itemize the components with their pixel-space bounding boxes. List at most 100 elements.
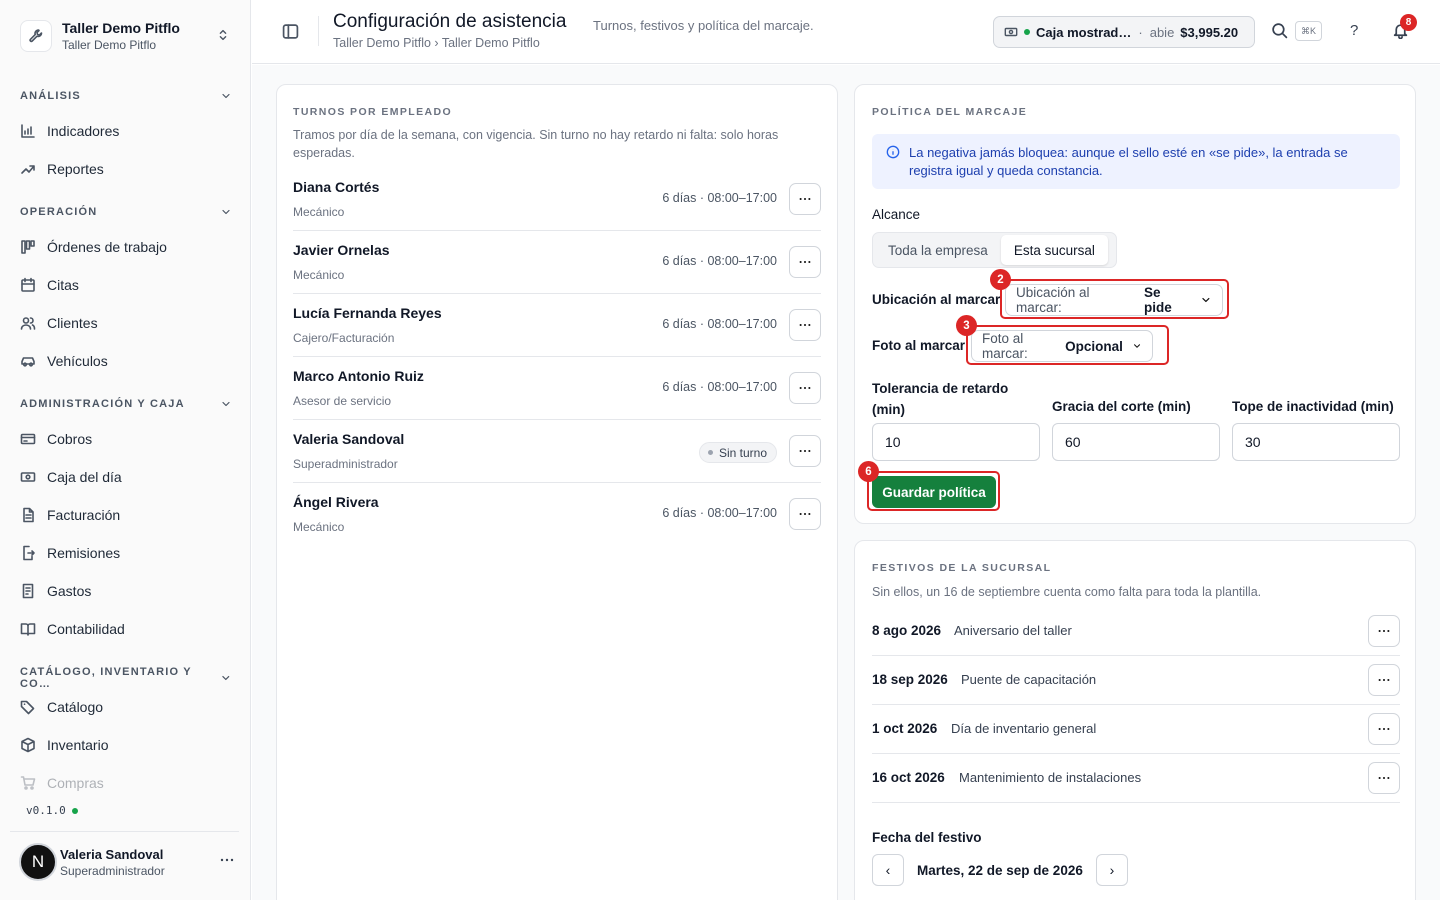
employee-row[interactable]: Javier Ornelas Mecánico 6 días · 08:00–1…: [293, 231, 821, 294]
sidebar-item-reportes[interactable]: Reportes: [10, 152, 242, 186]
info-text: La negativa jamás bloquea: aunque el sel…: [909, 145, 1348, 178]
holiday-date: 16 oct 2026: [872, 770, 945, 785]
holiday-row[interactable]: 18 sep 2026 Puente de capacitación: [872, 656, 1400, 705]
holiday-date: 18 sep 2026: [872, 672, 948, 687]
scope-option-branch[interactable]: Esta sucursal: [1000, 235, 1108, 265]
employee-name: Lucía Fernanda Reyes: [293, 305, 442, 321]
row-actions-button[interactable]: [1368, 664, 1400, 696]
employee-role: Mecánico: [293, 268, 345, 282]
employee-role: Superadministrador: [293, 457, 398, 471]
row-actions-button[interactable]: [1368, 615, 1400, 647]
holiday-name: Mantenimiento de instalaciones: [959, 770, 1142, 785]
section-header-administracion[interactable]: ADMINISTRACIÓN Y CAJA: [20, 398, 232, 410]
employee-row[interactable]: Valeria Sandoval Superadministrador Sin …: [293, 420, 821, 483]
employee-row[interactable]: Ángel Rivera Mecánico 6 días · 08:00–17:…: [293, 483, 821, 546]
row-actions-button[interactable]: [789, 372, 821, 404]
sidebar-item-catalogo[interactable]: Catálogo: [10, 690, 242, 724]
chart-bars-icon: [21, 124, 35, 138]
chevron-updown-icon: [219, 29, 227, 41]
cash-icon: [1004, 27, 1018, 37]
breadcrumb[interactable]: Taller Demo Pitflo › Taller Demo Pitflo: [333, 36, 540, 50]
row-actions-button[interactable]: [789, 183, 821, 215]
employee-role: Mecánico: [293, 205, 345, 219]
grace-input[interactable]: 60: [1052, 423, 1220, 461]
chevron-down-icon: [222, 401, 230, 407]
row-actions-button[interactable]: [1368, 713, 1400, 745]
sidebar-item-contabilidad[interactable]: Contabilidad: [10, 612, 242, 646]
employee-name: Marco Antonio Ruiz: [293, 368, 424, 384]
sidebar-item-citas[interactable]: Citas: [10, 268, 242, 302]
wrench-icon: [20, 20, 52, 52]
highlight-box: [966, 325, 1169, 365]
app-version: v0.1.0: [26, 804, 78, 817]
sidebar-item-gastos[interactable]: Gastos: [10, 574, 242, 608]
employee-row[interactable]: Diana Cortés Mecánico 6 días · 08:00–17:…: [293, 168, 821, 231]
car-icon: [21, 357, 35, 367]
sidebar-item-remisiones[interactable]: Remisiones: [10, 536, 242, 570]
status-dot: [707, 450, 713, 455]
holiday-row[interactable]: 16 oct 2026 Mantenimiento de instalacion…: [872, 754, 1400, 803]
divider: [318, 16, 319, 46]
cash-separator: ·: [1138, 24, 1143, 40]
inactivity-input[interactable]: 30: [1232, 423, 1400, 461]
more-horizontal-icon: [1378, 776, 1390, 780]
page-title: Configuración de asistencia: [333, 11, 567, 32]
users-icon: [20, 317, 36, 330]
cash-register-chip[interactable]: Caja mostrad… · abie $3,995.20: [993, 16, 1255, 48]
step-marker: 3: [956, 315, 977, 336]
row-actions-button[interactable]: [789, 309, 821, 341]
sidebar-item-caja[interactable]: Caja del día: [10, 460, 242, 494]
holidays-card: FESTIVOS DE LA SUCURSAL Sin ellos, un 16…: [854, 540, 1416, 900]
holiday-date: 8 ago 2026: [872, 623, 942, 638]
sidebar-item-ordenes[interactable]: Órdenes de trabajo: [10, 230, 242, 264]
org-switcher[interactable]: Taller Demo Pitflo Taller Demo Pitflo: [10, 10, 242, 62]
credit-card-icon: [20, 433, 36, 445]
holiday-row[interactable]: 8 ago 2026 Aniversario del taller: [872, 607, 1400, 656]
next-date-button[interactable]: ›: [1096, 854, 1128, 886]
more-horizontal-icon[interactable]: [219, 852, 235, 868]
help-button[interactable]: ?: [1350, 22, 1358, 39]
sidebar-item-indicadores[interactable]: Indicadores: [10, 114, 242, 148]
section-header-analisis[interactable]: ANÁLISIS: [20, 90, 232, 102]
search-icon[interactable]: [1271, 22, 1288, 39]
employee-schedule: 6 días · 08:00–17:00: [662, 191, 777, 205]
scope-toggle: Toda la empresa Esta sucursal: [872, 232, 1117, 268]
employee-row[interactable]: Lucía Fernanda Reyes Cajero/Facturación …: [293, 294, 821, 357]
location-label: Ubicación al marcar: [872, 292, 1001, 307]
sidebar-item-vehiculos[interactable]: Vehículos: [10, 344, 242, 378]
sidebar-toggle-icon[interactable]: [282, 23, 299, 40]
sidebar-item-clientes[interactable]: Clientes: [10, 306, 242, 340]
cash-register-name: Caja mostrad…: [1036, 24, 1132, 40]
sidebar-item-facturacion[interactable]: Facturación: [10, 498, 242, 532]
holiday-date-label: Fecha del festivo: [872, 830, 982, 845]
employee-schedule: 6 días · 08:00–17:00: [662, 380, 777, 394]
more-horizontal-icon: [799, 323, 811, 327]
sidebar-item-cobros[interactable]: Cobros: [10, 422, 242, 456]
row-actions-button[interactable]: [1368, 762, 1400, 794]
highlight-box: [1000, 279, 1229, 319]
employee-row[interactable]: Marco Antonio Ruiz Asesor de servicio 6 …: [293, 357, 821, 420]
section-header-catalogo[interactable]: CATÁLOGO, INVENTARIO Y CO…: [20, 666, 232, 690]
row-actions-button[interactable]: [789, 246, 821, 278]
tolerance-input[interactable]: 10: [872, 423, 1040, 461]
card-description: Sin ellos, un 16 de septiembre cuenta co…: [872, 585, 1262, 599]
holiday-row[interactable]: 1 oct 2026 Día de inventario general: [872, 705, 1400, 754]
prev-date-button[interactable]: ‹: [872, 854, 904, 886]
card-title: TURNOS POR EMPLEADO: [293, 106, 453, 118]
status-dot: [1024, 29, 1030, 35]
policy-card: POLÍTICA DEL MARCAJE La negativa jamás b…: [854, 84, 1416, 524]
card-description: Tramos por día de la semana, con vigenci…: [293, 128, 779, 160]
scope-label: Alcance: [872, 207, 921, 222]
user-menu[interactable]: N Valeria Sandoval Superadministrador: [19, 843, 241, 881]
sidebar-item-inventario[interactable]: Inventario: [10, 728, 242, 762]
sidebar-item-compras[interactable]: Compras: [10, 766, 242, 800]
trend-icon: [21, 165, 35, 174]
kanban-icon: [21, 240, 35, 254]
scope-option-company[interactable]: Toda la empresa: [875, 235, 1001, 265]
shifts-card: TURNOS POR EMPLEADO Tramos por día de la…: [276, 84, 838, 900]
row-actions-button[interactable]: [789, 498, 821, 530]
step-marker: 2: [990, 269, 1011, 290]
row-actions-button[interactable]: [789, 435, 821, 467]
more-horizontal-icon: [799, 260, 811, 264]
section-header-operacion[interactable]: OPERACIÓN: [20, 206, 232, 218]
